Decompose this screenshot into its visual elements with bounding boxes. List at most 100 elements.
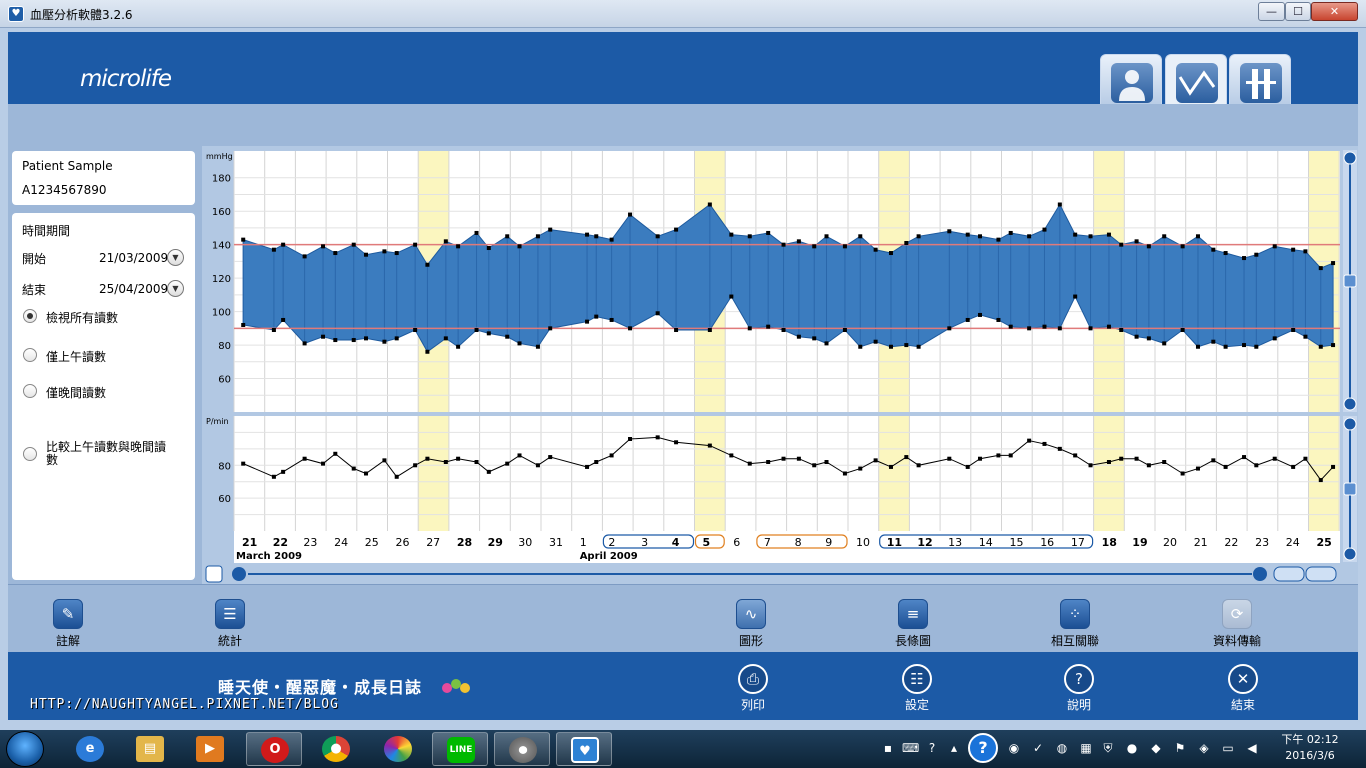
tab-patient[interactable] [1100,54,1162,106]
systolic-point [781,242,786,247]
window-title: 血壓分析軟體3.2.6 [30,8,133,22]
settings-button[interactable]: ☷ 設定 [877,664,957,713]
pulse-point [947,456,952,461]
diastolic-point [904,343,909,348]
exit-button[interactable]: ✕ 結束 [1203,664,1283,713]
tab-graph[interactable] [1165,54,1227,106]
annotation-label: 註解 [55,634,80,648]
diastolic-point [947,326,952,331]
date-tick-label: 1 [580,536,587,549]
bar-chart-button[interactable]: ≡ 長條圖 [868,599,958,649]
pulse-point [535,463,540,468]
diastolic-point [474,328,479,333]
flag-tray-icon[interactable]: ⚑ [1172,739,1188,757]
bp-tick-label: 160 [212,207,231,218]
line-icon: LINE [447,737,475,763]
date-tick-label: 17 [1071,536,1085,549]
diastolic-point [443,336,448,341]
diastolic-point [1211,339,1216,344]
volume-tray-icon[interactable]: ◀ [1244,739,1260,757]
diastolic-point [1042,324,1047,329]
systolic-point [321,244,326,249]
annotation-button[interactable]: ✎ 註解 [23,599,113,649]
monitor-tray-icon[interactable]: ▭ [1220,739,1236,757]
network-tray-icon[interactable]: ▦ [1078,739,1094,757]
opera-icon: O [261,737,289,763]
taskbar-opera[interactable]: O [246,732,302,766]
weekend-highlight [878,416,910,531]
taskbar-microlife-app[interactable]: ♥ [556,732,612,766]
maximize-button[interactable]: ☐ [1285,2,1311,21]
print-button[interactable]: ⎙ 列印 [713,664,793,713]
radio-evening-readings[interactable] [23,384,37,398]
radio-compare-readings-label[interactable]: 比較上午讀數與晚間讀數 [46,441,176,467]
correlation-button[interactable]: ⁘ 相互關聯 [1030,599,1120,649]
app-tray-icon-3[interactable]: ● [1124,739,1140,757]
systolic-point [609,237,614,242]
diastolic-point [1272,336,1277,341]
systolic-point [474,230,479,235]
taskbar-ie[interactable]: e [62,732,118,766]
diastolic-point [766,324,771,329]
minimize-button[interactable]: — [1258,2,1285,21]
expand-tray-icon[interactable]: ▴ [946,739,962,757]
end-date-value[interactable]: 25/04/2009 [99,282,168,296]
date-tick-label: 28 [457,536,472,549]
app-tray-icon-1[interactable]: ◉ [1006,739,1022,757]
pulse-point [1303,456,1308,461]
systolic-point [996,237,1001,242]
bp-tick-label: 180 [212,174,231,185]
help-tray-icon[interactable]: ? [924,739,940,757]
taskbar-media-player[interactable]: ▶ [182,732,238,766]
taskbar-line[interactable]: LINE [432,732,488,766]
line-tray-icon[interactable]: ◍ [1054,739,1070,757]
diastolic-point [456,344,461,349]
dropbox-tray-icon[interactable]: ◈ [1196,739,1212,757]
diastolic-point [812,336,817,341]
pulse-tick-label: 60 [218,494,231,505]
statistics-button[interactable]: ☰ 統計 [185,599,275,649]
close-button[interactable]: ✕ [1311,2,1358,21]
systolic-point [394,251,399,256]
pulse-tick-label: 80 [218,461,231,472]
help-button[interactable]: ? 說明 [1039,664,1119,713]
tab-table[interactable] [1229,54,1291,106]
shield-tray-icon[interactable]: ⛨ [1100,739,1116,757]
start-date-value[interactable]: 21/03/2009 [99,251,168,265]
ie-icon: e [76,736,104,762]
pulse-point [796,456,801,461]
pulse-point [1331,464,1336,469]
taskbar-color-app[interactable] [494,732,550,766]
graph-button[interactable]: ∿ 圖形 [706,599,796,649]
radio-morning-readings[interactable] [23,348,37,362]
radio-all-readings-label[interactable]: 檢視所有讀數 [46,309,118,326]
systolic-point [594,234,599,239]
pulse-point [281,469,286,474]
start-button[interactable] [6,731,44,767]
pdf-tray-icon[interactable]: ▪ [880,739,896,757]
radio-all-readings[interactable] [23,309,37,323]
app-tray-icon-2[interactable]: ✓ [1030,739,1046,757]
keyboard-tray-icon[interactable]: ⌨ [902,739,919,757]
data-transfer-button[interactable]: ⟳ 資料傳輸 [1192,599,1282,649]
radio-evening-readings-label[interactable]: 僅晚間讀數 [46,384,106,401]
systolic-point [425,262,430,267]
systolic-point [978,234,983,239]
pulse-vscroll-down-arrow-icon [1343,547,1357,561]
taskbar-picasa[interactable] [370,732,426,766]
diastolic-point [628,326,633,331]
systolic-point [766,230,771,235]
taskbar-explorer[interactable]: ▤ [122,732,178,766]
help-circle-tray-icon[interactable]: ? [968,733,998,763]
radio-compare-readings[interactable] [23,447,37,461]
bar-chart-label: 長條圖 [894,634,931,648]
start-date-dropdown[interactable]: ▼ [167,249,184,266]
pulse-point [858,466,863,471]
taskbar-clock[interactable]: 下午 02:12 2016/3/6 [1278,732,1342,764]
app-tray-icon-4[interactable]: ◆ [1148,739,1164,757]
taskbar-chrome[interactable]: ● [308,732,364,766]
print-icon: ⎙ [738,664,768,694]
picasa-icon [384,736,412,762]
radio-morning-readings-label[interactable]: 僅上午讀數 [46,348,106,365]
end-date-dropdown[interactable]: ▼ [167,280,184,297]
